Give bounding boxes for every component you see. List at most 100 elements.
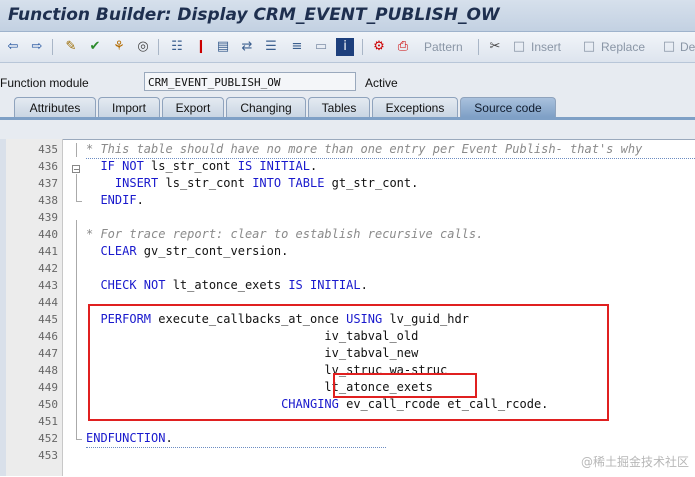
code-text: * For trace report: clear to establish r…	[86, 226, 483, 243]
line-number: 448	[38, 364, 58, 377]
statement-separator	[86, 158, 695, 159]
line-number: 447	[38, 347, 58, 360]
print-icon[interactable]: ⎙	[394, 38, 412, 56]
forward-arrow-icon[interactable]: ⇨	[28, 38, 46, 56]
tab-strip: Attributes Import Export Changing Tables…	[0, 97, 695, 117]
code-token: ls_str_cont	[143, 159, 238, 173]
comment-token: * For trace report: clear to establish r…	[86, 227, 484, 241]
title-bar: Function Builder: Display CRM_EVENT_PUBL…	[0, 0, 695, 32]
window-title: Function Builder: Display CRM_EVENT_PUBL…	[8, 5, 500, 25]
function-fold-guide	[76, 220, 77, 439]
line-number: 435	[38, 143, 58, 156]
navigation-icon[interactable]: ⇄	[238, 38, 256, 56]
replace-button[interactable]: Replace	[601, 40, 645, 54]
keyword-token: CLEAR	[100, 244, 137, 258]
pattern-button[interactable]: Pattern	[424, 40, 463, 54]
line-number: 440	[38, 228, 58, 241]
code-line[interactable]: 452 ENDFUNCTION.	[0, 430, 695, 447]
code-line[interactable]: 437 INSERT ls_str_cont INTO TABLE gt_str…	[0, 175, 695, 192]
activate-icon[interactable]: ⚘	[110, 38, 128, 56]
keyword-token: IS INITIAL	[237, 159, 310, 173]
line-number: 443	[38, 279, 58, 292]
code-text: INSERT ls_str_cont INTO TABLE gt_str_con…	[86, 175, 418, 192]
insert-button[interactable]: Insert	[531, 40, 561, 54]
keyword-token: ENDFUNCTION	[86, 431, 166, 445]
code-token: gv_str_cont_version.	[136, 244, 289, 258]
line-number: 436	[38, 160, 58, 173]
stack-icon[interactable]: ≡	[288, 38, 306, 56]
code-text: * This table should have no more than on…	[86, 141, 642, 158]
tab-import[interactable]: Import	[98, 97, 160, 117]
statement-separator	[86, 447, 386, 448]
code-text: CHECK NOT lt_atonce_exets IS INITIAL.	[86, 277, 368, 294]
status-text: Active	[365, 76, 398, 90]
code-text: CLEAR gv_str_cont_version.	[86, 243, 288, 260]
application-toolbar: ⇦ ⇨ ✎ ✔ ⚘ ◎ ☷ ❙ ▤ ⇄ ☰ ≡ ▭ i ⚙ ⎙ Pattern …	[0, 32, 695, 63]
tab-export[interactable]: Export	[162, 97, 224, 117]
function-module-field[interactable]: CRM_EVENT_PUBLISH_OW	[144, 72, 356, 91]
test-icon[interactable]: ⚙	[370, 38, 388, 56]
window-icon[interactable]: ▭	[312, 38, 330, 56]
code-token: .	[360, 278, 368, 292]
tab-exceptions[interactable]: Exceptions	[372, 97, 458, 117]
keyword-token: INSERT	[114, 176, 159, 190]
tab-tables[interactable]: Tables	[308, 97, 370, 117]
line-number: 450	[38, 398, 58, 411]
back-arrow-icon[interactable]: ⇦	[4, 38, 22, 56]
code-line[interactable]: 436 IF NOT ls_str_cont IS INITIAL.	[0, 158, 695, 175]
code-line[interactable]: 441 CLEAR gv_str_cont_version.	[0, 243, 695, 260]
line-number: 449	[38, 381, 58, 394]
fold-toggle-icon[interactable]: −	[72, 165, 80, 174]
code-line[interactable]: 442	[0, 260, 695, 277]
code-token: ls_str_cont	[158, 176, 253, 190]
fold-guide-end	[76, 201, 82, 202]
code-token: lt_atonce_exets	[165, 278, 289, 292]
code-line[interactable]: 438 ENDIF.	[0, 192, 695, 209]
line-number: 437	[38, 177, 58, 190]
tab-source-code[interactable]: Source code	[460, 97, 556, 117]
code-text: ENDIF.	[86, 192, 144, 209]
keyword-token: INTO TABLE	[252, 176, 325, 190]
display-object-icon[interactable]: ▤	[214, 38, 232, 56]
code-text: IF NOT ls_str_cont IS INITIAL.	[86, 158, 317, 175]
fold-guide	[76, 174, 77, 201]
insert-icon[interactable]: □	[510, 38, 528, 56]
line-number: 451	[38, 415, 58, 428]
code-line[interactable]: 440 * For trace report: clear to establis…	[0, 226, 695, 243]
cut-icon[interactable]: ✂	[486, 38, 504, 56]
code-text: ENDFUNCTION.	[86, 430, 173, 447]
comment-token: * This table should have no more than on…	[86, 142, 643, 156]
tab-attributes[interactable]: Attributes	[14, 97, 96, 117]
toolbar-separator	[362, 39, 363, 55]
code-line[interactable]: 435 * This table should have no more than…	[0, 141, 695, 158]
where-used-icon[interactable]: ◎	[134, 38, 152, 56]
info-icon[interactable]: i	[336, 38, 354, 56]
keyword-token: ENDIF	[100, 193, 137, 207]
tab-changing[interactable]: Changing	[226, 97, 306, 117]
code-line[interactable]: 439	[0, 209, 695, 226]
breakpoint-icon[interactable]: ❙	[192, 38, 210, 56]
code-token: .	[136, 193, 144, 207]
function-fold-end	[76, 439, 82, 440]
line-number: 439	[38, 211, 58, 224]
line-number: 441	[38, 245, 58, 258]
delete-icon[interactable]: □	[660, 38, 678, 56]
delete-button[interactable]: De	[680, 40, 695, 54]
toolbar-separator	[478, 39, 479, 55]
display-change-icon[interactable]: ✎	[62, 38, 80, 56]
object-list-icon[interactable]: ☷	[168, 38, 186, 56]
function-module-label: Function module	[0, 76, 89, 90]
replace-icon[interactable]: □	[580, 38, 598, 56]
line-number: 445	[38, 313, 58, 326]
code-token: .	[309, 159, 318, 173]
check-icon[interactable]: ✔	[86, 38, 104, 56]
line-number: 446	[38, 330, 58, 343]
code-line[interactable]: 443 CHECK NOT lt_atonce_exets IS INITIAL…	[0, 277, 695, 294]
code-token: gt_str_cont.	[324, 176, 419, 190]
hierarchy-icon[interactable]: ☰	[262, 38, 280, 56]
